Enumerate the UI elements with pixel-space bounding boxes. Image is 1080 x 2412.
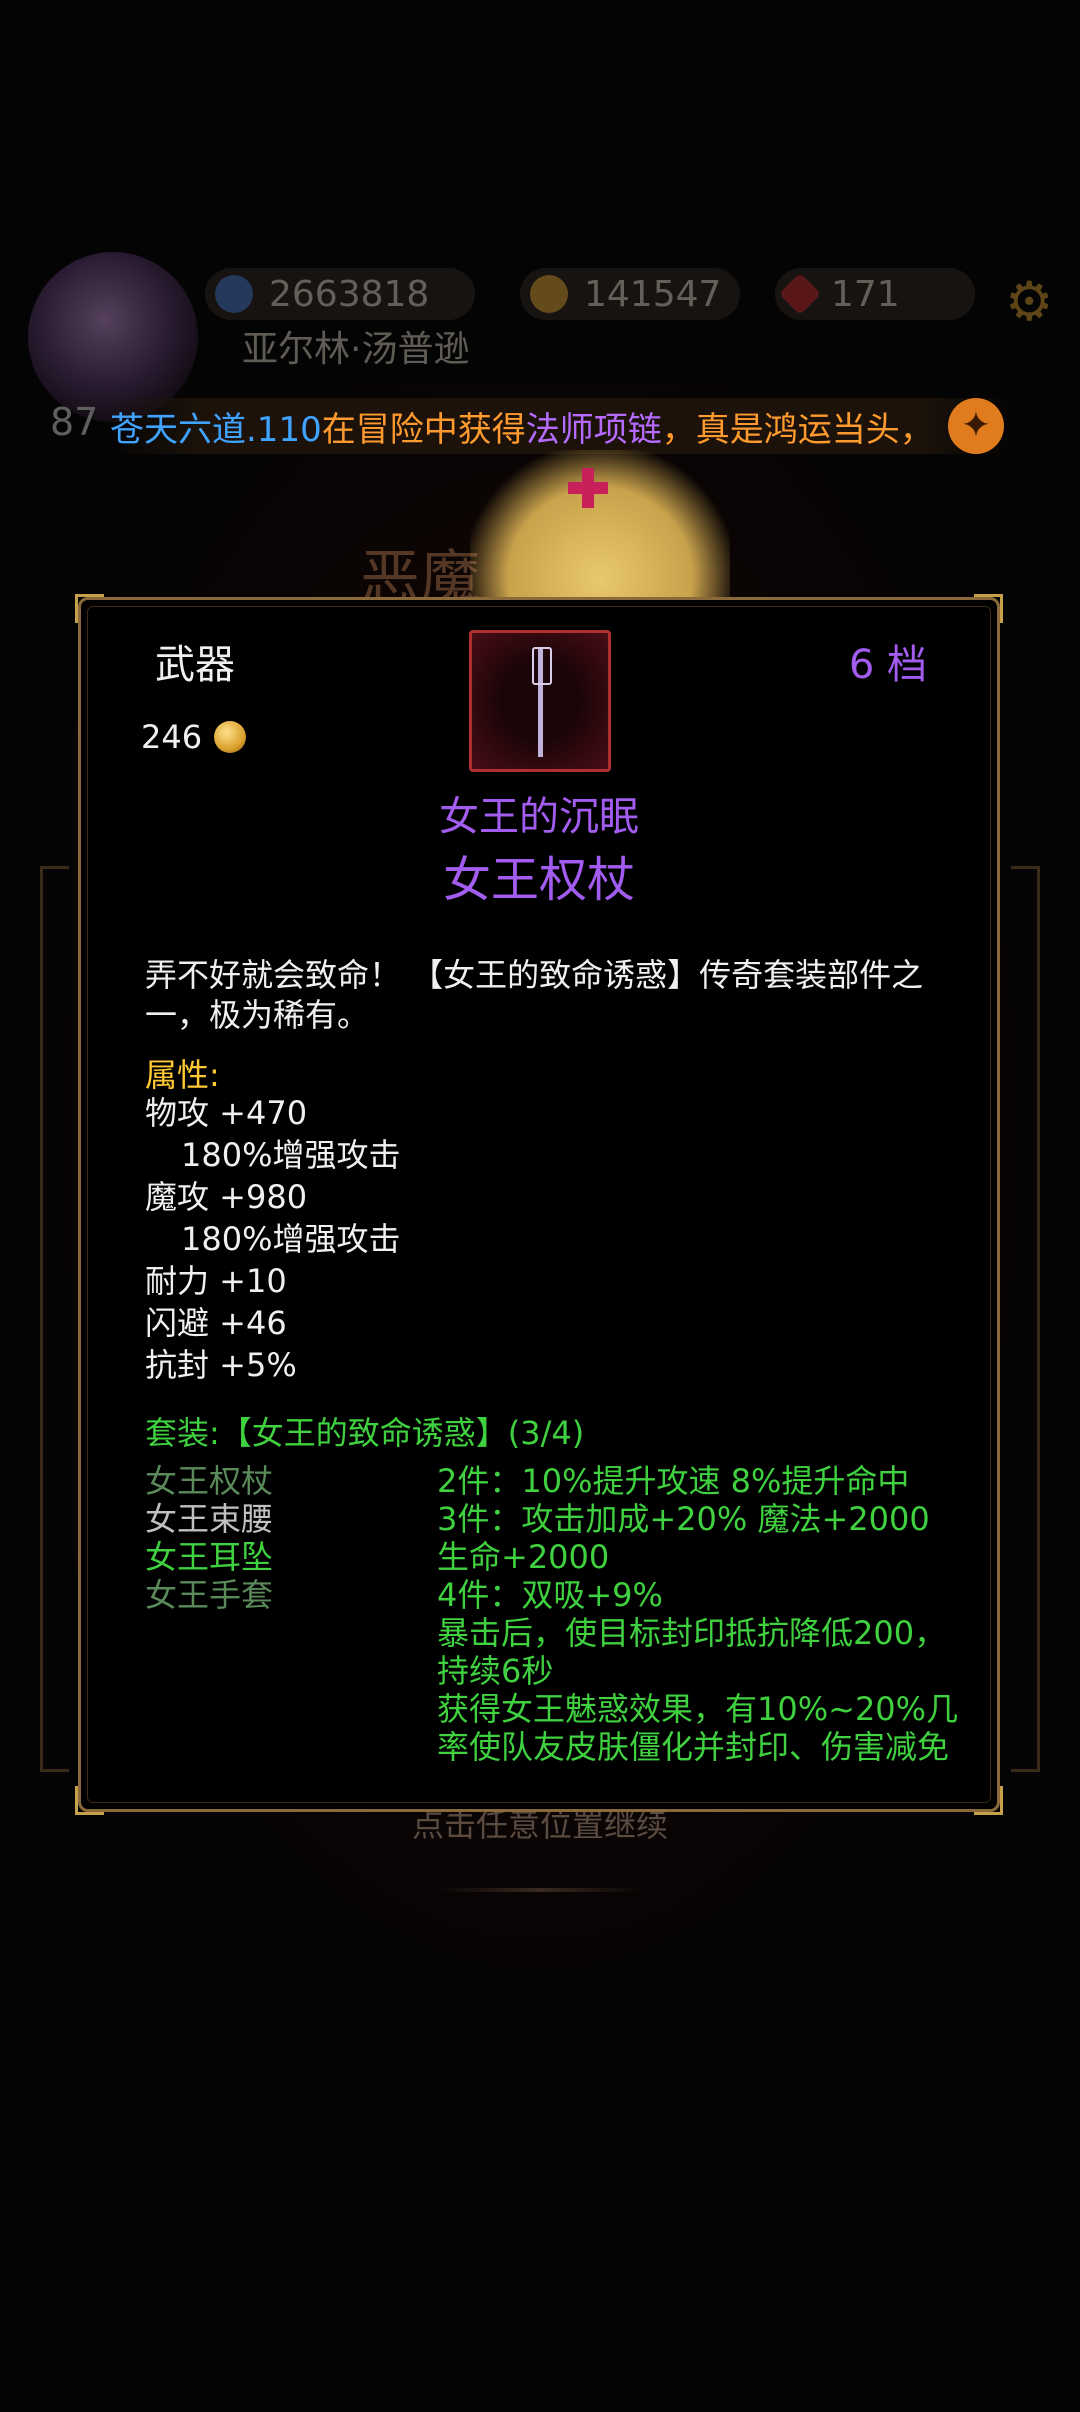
set-effect: 获得女王魅惑效果，有10%~20%几率使队友皮肤僵化并封印、伤害减免 [437, 1690, 959, 1766]
player-level: 87 [50, 400, 99, 444]
set-effect: 生命+2000 [437, 1538, 610, 1576]
item-icon-slot [469, 630, 611, 772]
corner-ornament [974, 1786, 1003, 1815]
attributes-header: 属性: [145, 1056, 220, 1094]
set-piece: 女王耳坠 [145, 1538, 274, 1576]
item-detail-modal[interactable]: 武器 6 档 246 女王的沉眠 女王权杖 弄不好就会致命！ 【女王的致命诱惑】… [75, 594, 1003, 1815]
nurse-cross-icon [568, 468, 608, 508]
resource-ruby[interactable]: 171 [775, 268, 975, 320]
player-name: 亚尔林·汤普逊 [242, 329, 470, 370]
announce-text-2: ，真是鸿运当头， [661, 409, 934, 450]
corner-ornament [974, 594, 1003, 623]
corner-ornament [75, 1786, 104, 1815]
gold-value: 141547 [584, 273, 722, 315]
attribute-line: 闪避 +46 [145, 1304, 287, 1342]
set-effects-list[interactable]: 2件：10%提升攻速 8%提升命中 3件：攻击加成+20% 魔法+2000 生命… [437, 1462, 967, 1774]
avatar[interactable] [28, 252, 198, 422]
set-piece: 女王束腰 [145, 1500, 274, 1538]
attribute-line: 物攻 +470 [145, 1094, 308, 1132]
attribute-line: 魔攻 +980 [145, 1178, 308, 1216]
gear-icon[interactable]: ⚙ [1005, 270, 1053, 333]
set-piece: 女王手套 [145, 1576, 274, 1614]
corner-ornament [75, 594, 104, 623]
resource-diamond[interactable]: 2663818 [205, 268, 475, 320]
item-category: 武器 [155, 642, 235, 688]
resource-gold[interactable]: 141547 [520, 268, 740, 320]
staff-head-icon [532, 647, 552, 685]
price-value: 246 [141, 718, 203, 756]
announce-text-1: 在冒险中获得 [321, 409, 526, 450]
item-name: 女王权杖 [442, 852, 635, 908]
set-effect: 暴击后，使目标封印抵抗降低200，持续6秒 [437, 1614, 947, 1690]
attribute-line: 180%增强攻击 [181, 1136, 401, 1174]
set-effect: 3件：攻击加成+20% 魔法+2000 [437, 1500, 930, 1538]
divider [440, 1888, 640, 1892]
item-price: 246 [141, 718, 247, 756]
set-header: 套装:【女王的致命诱惑】(3/4) [145, 1414, 585, 1452]
set-pieces-list: 女王权杖 女王束腰 女王耳坠 女王手套 [145, 1462, 273, 1614]
ruby-icon [778, 272, 822, 316]
announcement-banner: 苍天六道.110 在冒险中获得 法师项链 ，真是鸿运当头， [110, 398, 1010, 454]
gold-coin-icon [214, 721, 247, 753]
background-frame-left [40, 866, 69, 1772]
megaphone-icon[interactable]: ✦ [948, 398, 1004, 454]
set-effect: 2件：10%提升攻速 8%提升命中 [437, 1462, 910, 1500]
ruby-value: 171 [831, 273, 900, 315]
background-frame-right [1011, 866, 1040, 1772]
attributes-list: 物攻 +470 180%增强攻击 魔攻 +980 180%增强攻击 耐力 +10… [145, 1092, 401, 1386]
item-tier: 6 档 [848, 642, 927, 688]
announce-player: 苍天六道.110 [110, 409, 322, 450]
announce-item: 法师项链 [525, 409, 662, 450]
item-subtitle: 女王的沉眠 [439, 794, 639, 840]
diamond-value: 2663818 [269, 273, 430, 315]
set-effect: 4件：双吸+9% [437, 1576, 663, 1614]
attribute-line: 抗封 +5% [145, 1346, 297, 1384]
diamond-icon [215, 275, 253, 313]
gold-coin-icon [530, 275, 568, 313]
attribute-line: 180%增强攻击 [181, 1220, 401, 1258]
set-piece: 女王权杖 [145, 1462, 274, 1500]
item-description: 弄不好就会致命！ 【女王的致命诱惑】传奇套装部件之一，极为稀有。 [145, 956, 924, 1034]
attribute-line: 耐力 +10 [145, 1262, 287, 1300]
